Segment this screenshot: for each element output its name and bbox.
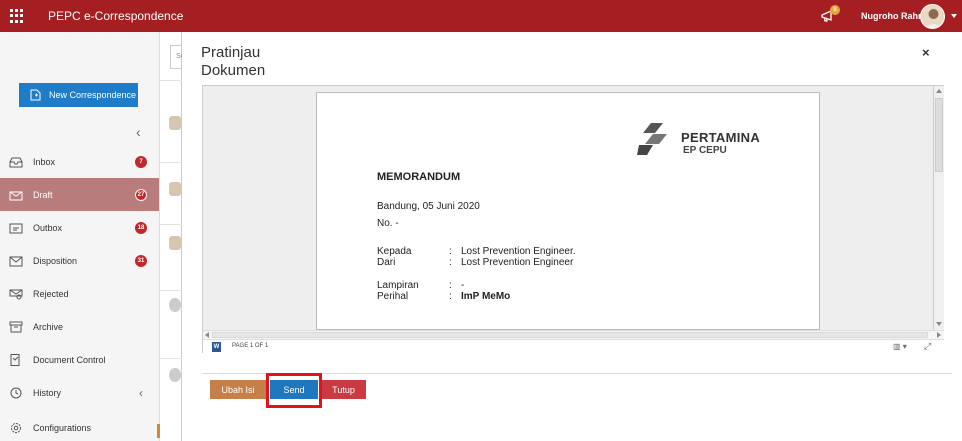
field-label: Lampiran [377,280,419,291]
user-menu-caret-icon[interactable] [951,14,957,18]
pertamina-logo-icon [637,123,667,155]
field-label: Dari [377,257,396,268]
list-divider [160,358,182,359]
app-title[interactable]: PEPC e-Correspondence [48,9,183,23]
new-correspondence-label: New Correspondence [49,90,137,100]
field-value: Lost Prevention Engineer [461,257,574,268]
draft-icon [9,191,23,200]
field-separator: : [449,291,452,302]
vertical-scrollbar[interactable] [933,86,944,330]
document-date: Bandung, 05 Juni 2020 [377,201,480,212]
scroll-down-icon[interactable] [936,322,942,326]
scrollbar-thumb[interactable] [212,332,928,338]
document-control-icon [10,353,20,366]
sidebar-item-label: Disposition [33,255,78,266]
gear-icon [11,422,21,433]
viewer-status-bar: W PAGE 1 OF 1 ▥ ▾ ⤢ [203,339,944,353]
selected-item-marker [157,424,160,438]
list-item-avatar [169,236,181,250]
scroll-left-icon[interactable] [205,332,209,338]
field-label: Kepada [377,246,412,257]
sidebar-item-label: History [33,387,62,398]
close-button[interactable]: Tutup [321,380,366,399]
sidebar-item-configurations[interactable]: Configurations [0,411,159,441]
company-subname: EP CEPU [683,145,727,156]
fullscreen-icon[interactable]: ⤢ [924,341,931,352]
list-item-avatar [169,298,181,312]
sidebar-item-outbox[interactable]: Outbox 18 [0,211,159,244]
sidebar-item-label: Archive [33,321,64,332]
new-correspondence-button[interactable]: New Correspondence [19,83,138,107]
sidebar-item-disposition[interactable]: Disposition 31 [0,244,159,277]
field-value: Lost Prevention Engineer. [461,246,576,257]
outbox-count-badge: 18 [135,221,147,234]
outbox-icon [9,223,23,233]
horizontal-scrollbar[interactable] [203,330,944,339]
field-label: Perihal [377,291,409,302]
edit-content-button[interactable]: Ubah Isi [210,380,266,399]
disposition-count-badge: 31 [135,254,147,267]
document-page: PERTAMINA EP CEPU MEMORANDUM Bandung, 05… [316,92,820,330]
list-item-avatar [169,116,181,130]
sidebar-item-document-control[interactable]: Document Control [0,343,159,376]
list-divider [160,224,182,225]
history-icon [10,387,22,398]
notification-badge: 8 [830,5,840,15]
field-separator: : [449,257,452,268]
user-name[interactable]: Nugroho Rahm [861,11,926,21]
page-indicator: PAGE 1 OF 1 [232,343,269,349]
sidebar: New Correspondence ‹ Inbox 7 Draft 27 Ou… [0,32,160,441]
top-bar: PEPC e-Correspondence 8 Nugroho Rahm [0,0,962,32]
scrollbar-thumb[interactable] [935,98,943,172]
draft-count-badge: 27 [135,188,147,201]
sidebar-item-history[interactable]: History ‹ [0,376,159,409]
sidebar-item-archive[interactable]: Archive [0,310,159,343]
sidebar-item-label: Draft [33,189,53,200]
field-value: - [461,280,465,291]
archive-icon [9,321,23,332]
preview-document-modal: Pratinjau Dokumen × PERTAMINA EP CEPU ME… [182,33,962,441]
document-viewer[interactable]: PERTAMINA EP CEPU MEMORANDUM Bandung, 05… [202,85,944,353]
sidebar-item-label: Configurations [33,422,92,433]
sidebar-item-rejected[interactable]: Rejected [0,277,159,310]
sidebar-item-inbox[interactable]: Inbox 7 [0,145,159,178]
list-divider [160,290,182,291]
field-separator: : [449,246,452,257]
new-document-icon [30,89,41,101]
view-mode-icon[interactable]: ▥ ▾ [893,342,907,351]
rejected-icon [9,289,23,299]
inbox-icon [9,157,23,167]
list-divider [160,162,182,163]
document-heading: MEMORANDUM [377,171,461,183]
modal-title: Pratinjau Dokumen [201,44,266,79]
field-separator: : [449,280,452,291]
scroll-right-icon[interactable] [937,332,941,338]
sidebar-item-label: Document Control [33,354,106,365]
scroll-up-icon[interactable] [936,89,942,93]
list-item-avatar [169,368,181,382]
user-avatar[interactable] [920,4,945,29]
app-grid-icon[interactable] [10,9,24,23]
send-highlight-box [266,373,322,408]
disposition-icon [9,256,23,266]
sidebar-item-label: Inbox [33,156,56,167]
inbox-count-badge: 7 [135,155,147,168]
field-value: ImP MeMo [461,291,511,302]
list-item-avatar [169,182,181,196]
sidebar-item-draft[interactable]: Draft 27 [0,178,159,211]
document-number: No. - [377,218,399,229]
company-name: PERTAMINA [681,130,761,145]
sidebar-item-label: Rejected [33,288,69,299]
history-expand-chevron-icon[interactable]: ‹ [139,386,143,400]
close-icon[interactable]: × [922,45,930,60]
sidebar-item-label: Outbox [33,222,63,233]
word-document-icon: W [212,342,221,352]
list-divider [160,80,182,81]
collapse-sidebar-chevron-icon[interactable]: ‹ [136,124,141,140]
